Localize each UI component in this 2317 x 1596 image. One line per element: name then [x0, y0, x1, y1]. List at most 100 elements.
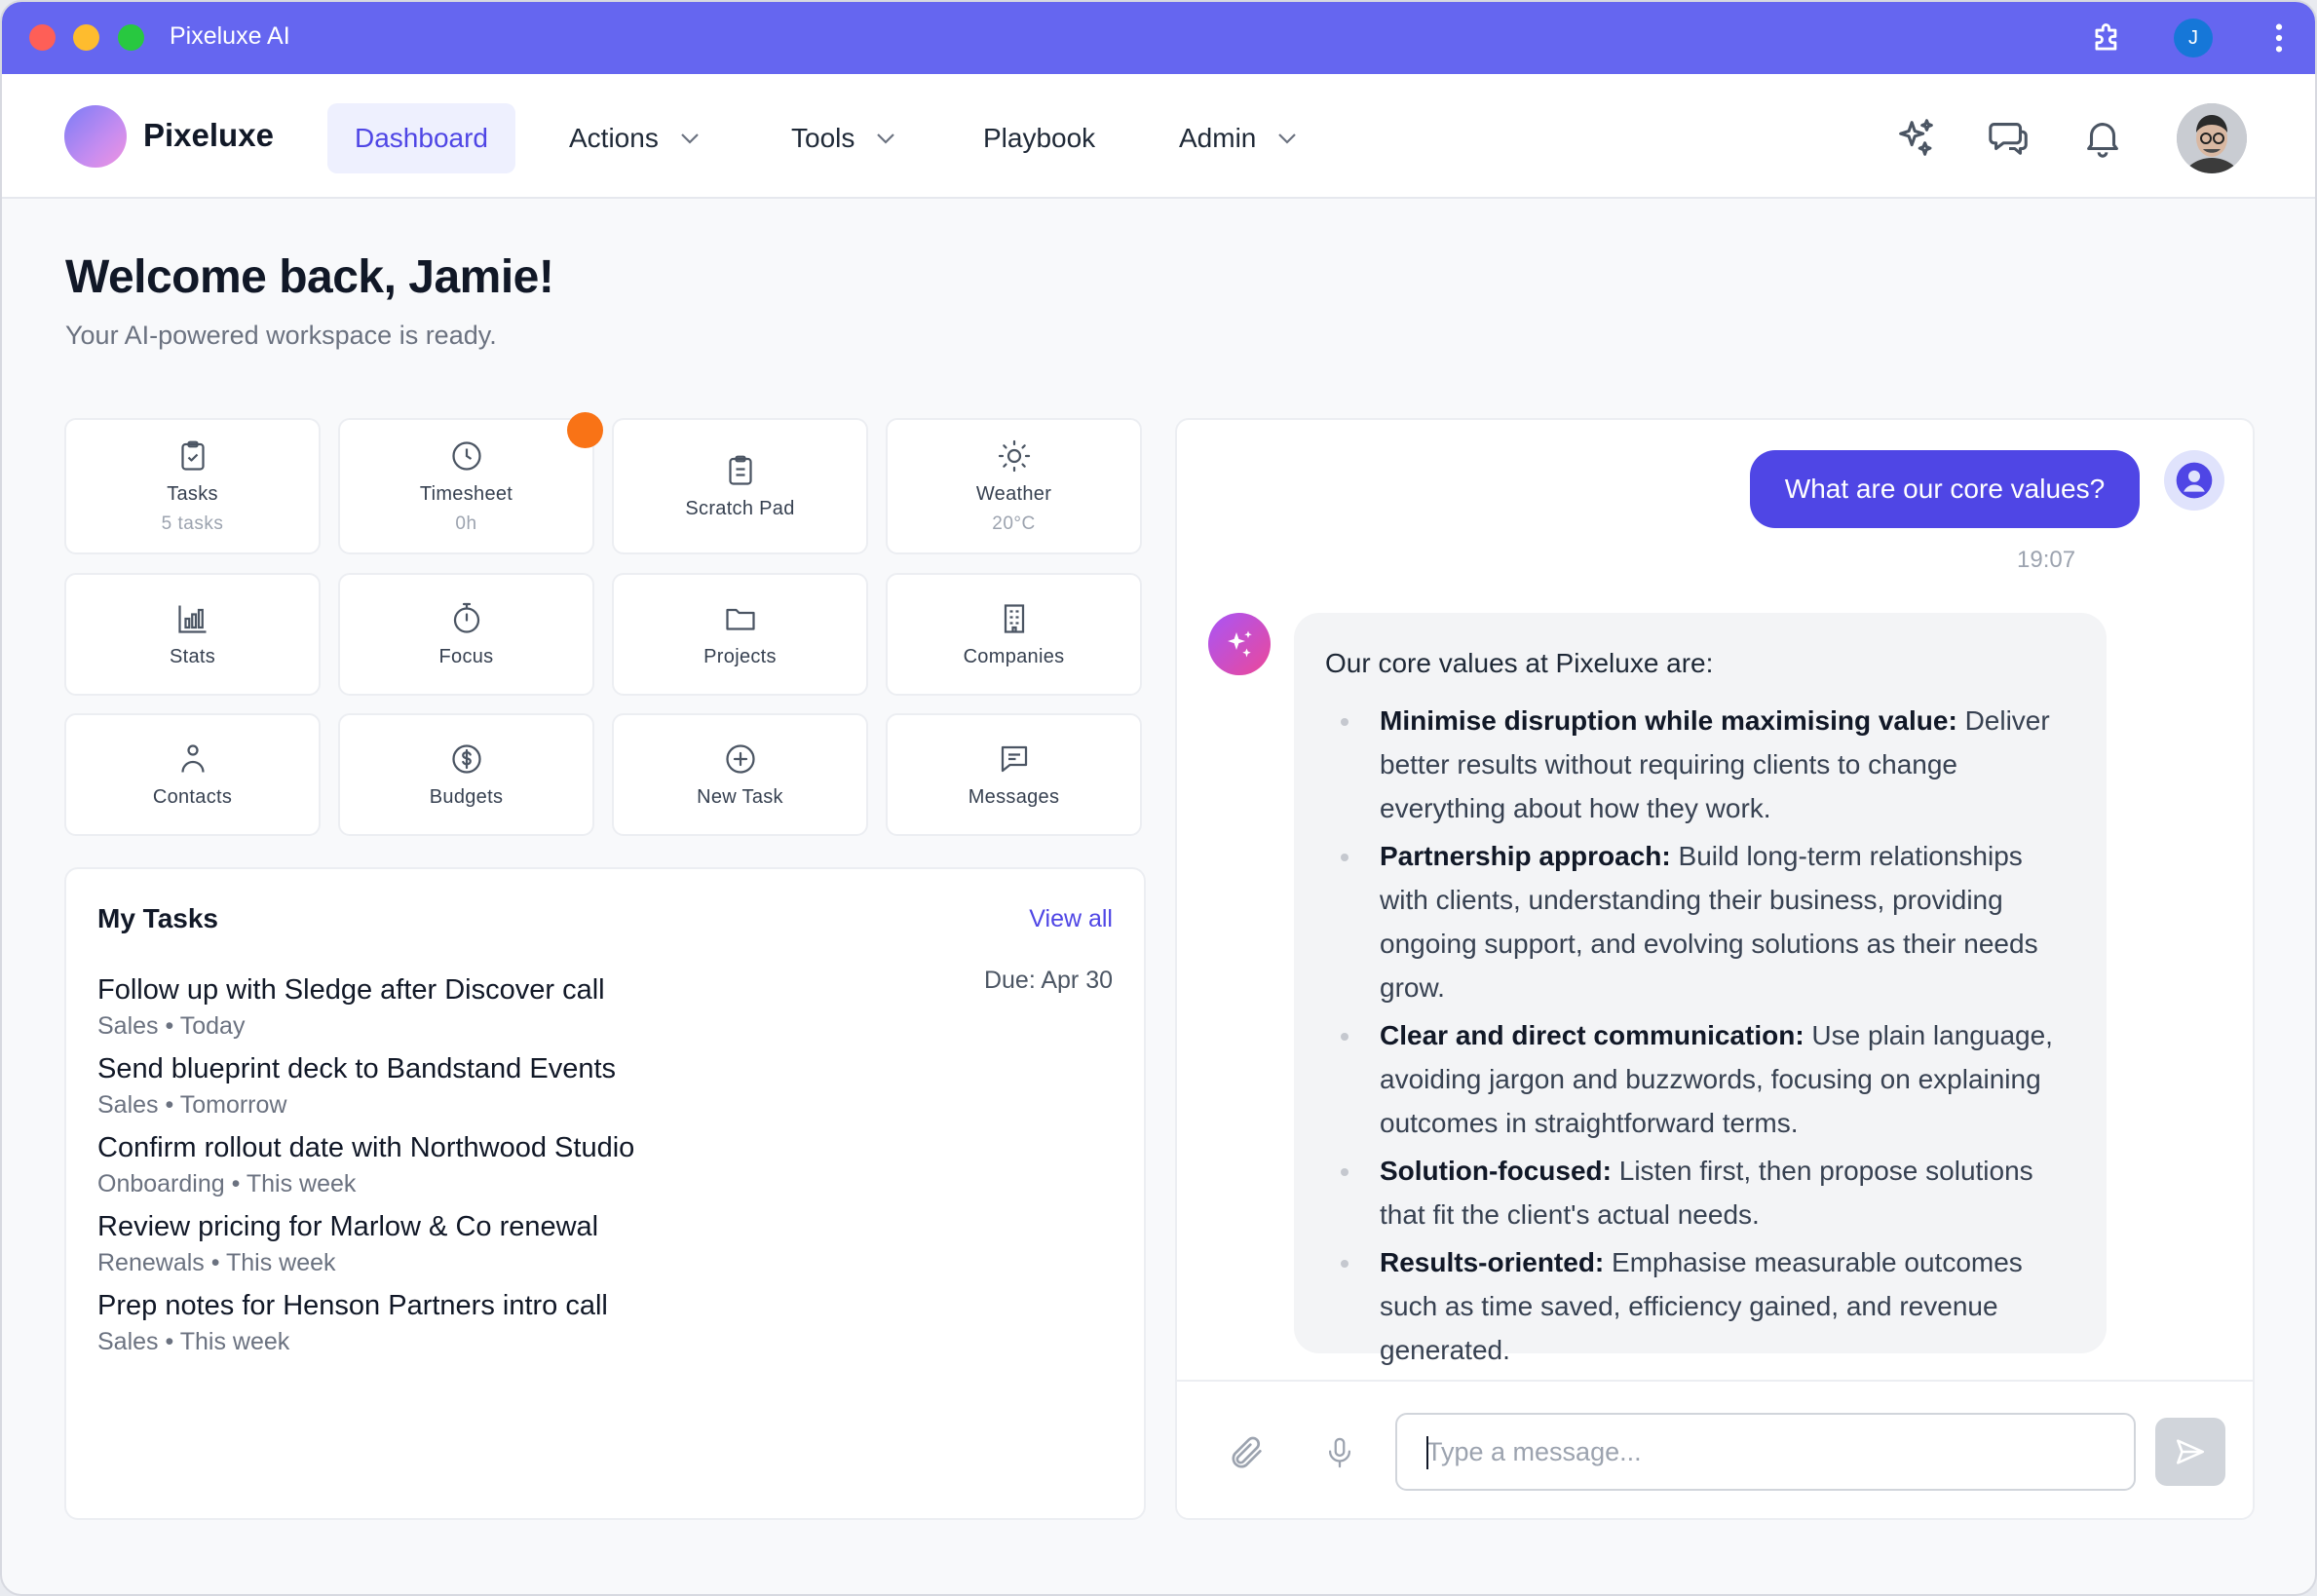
message-input[interactable] [1395, 1413, 2136, 1491]
plus-circle-icon [725, 743, 755, 774]
task-meta: Sales • Tomorrow [97, 1091, 287, 1119]
window-title: Pixeluxe AI [170, 22, 290, 50]
user-message-bubble: What are our core values? [1750, 450, 2140, 528]
core-value-title: Solution-focused: [1380, 1156, 1612, 1186]
core-value-item: Results-oriented: Emphasise measurable o… [1325, 1240, 2075, 1372]
brand-name[interactable]: Pixeluxe [143, 117, 274, 154]
core-value-title: Partnership approach: [1380, 841, 1671, 871]
bell-icon[interactable] [2080, 115, 2125, 160]
tile-label: Companies [963, 645, 1065, 667]
send-button[interactable] [2155, 1418, 2225, 1486]
core-values-list: Minimise disruption while maximising val… [1325, 699, 2075, 1372]
chevron-down-icon [681, 133, 699, 144]
task-item[interactable]: Send blueprint deck to Bandstand Events … [97, 1053, 616, 1120]
task-meta: Sales • Today [97, 1012, 246, 1040]
task-title: Follow up with Sledge after Discover cal… [97, 974, 605, 1006]
nav-playbook[interactable]: Playbook [983, 103, 1095, 173]
tile-tasks[interactable]: Tasks 5 tasks [64, 418, 321, 554]
task-title: Confirm rollout date with Northwood Stud… [97, 1132, 635, 1163]
tile-label: Focus [438, 645, 494, 667]
title-bar: Pixeluxe AI J [2, 2, 2315, 74]
tile-label: Projects [703, 645, 777, 667]
clipboard-check-icon [180, 440, 205, 471]
view-all-link[interactable]: View all [1029, 905, 1113, 933]
nav-admin-label: Admin [1179, 123, 1257, 153]
my-tasks-card: My Tasks View all Due: Apr 30 Follow up … [64, 867, 1146, 1520]
nav-tools-label: Tools [791, 123, 855, 153]
dollar-icon [451, 743, 481, 774]
ai-message-bubble: Our core values at Pixeluxe are: Minimis… [1294, 613, 2107, 1365]
ai-avatar [1208, 613, 1271, 675]
building-icon [1004, 603, 1024, 633]
task-item[interactable]: Follow up with Sledge after Discover cal… [97, 974, 605, 1041]
tile-label: Weather [975, 482, 1052, 505]
bar-chart-icon [177, 605, 206, 633]
tile-timesheet[interactable]: Timesheet 0h [338, 418, 594, 554]
tile-companies[interactable]: Companies [886, 573, 1142, 696]
profile-photo-icon [2177, 103, 2247, 173]
tile-label: New Task [697, 785, 783, 808]
nav-dashboard-label: Dashboard [355, 123, 488, 153]
chevron-down-icon [1278, 133, 1297, 144]
extension-icon[interactable] [2089, 19, 2126, 57]
sparkles-icon [1228, 630, 1252, 658]
tile-sublabel: 0h [455, 513, 477, 534]
minimize-window-button[interactable] [73, 24, 99, 51]
top-navigation: Pixeluxe Dashboard Actions Tools Playboo… [2, 74, 2315, 199]
message-timestamp: 19:07 [2017, 547, 2076, 573]
task-title: Send blueprint deck to Bandstand Events [97, 1053, 617, 1084]
core-value-title: Clear and direct communication: [1380, 1020, 1804, 1050]
nav-dashboard[interactable]: Dashboard [327, 103, 515, 173]
task-title: Review pricing for Marlow & Co renewal [97, 1211, 599, 1242]
tile-label: Tasks [167, 482, 218, 505]
task-item[interactable]: Prep notes for Henson Partners intro cal… [97, 1290, 608, 1356]
user-circle-icon [2176, 462, 2213, 499]
tile-label: Scratch Pad [685, 497, 795, 519]
nav-actions-label: Actions [569, 123, 659, 153]
task-title: Prep notes for Henson Partners intro cal… [97, 1290, 608, 1321]
core-value-item: Minimise disruption while maximising val… [1325, 699, 2075, 830]
tile-label: Timesheet [419, 482, 513, 505]
tile-budgets[interactable]: Budgets [338, 713, 594, 836]
chevron-down-icon [877, 133, 895, 144]
task-item[interactable]: Confirm rollout date with Northwood Stud… [97, 1132, 634, 1198]
tile-messages[interactable]: Messages [886, 713, 1142, 836]
page-subtitle: Your AI-powered workspace is ready. [65, 321, 497, 350]
message-icon [1001, 745, 1027, 772]
clipboard-icon [728, 455, 752, 485]
core-value-title: Minimise disruption while maximising val… [1380, 705, 1957, 736]
tile-new-task[interactable]: New Task [612, 713, 868, 836]
tile-sublabel: 5 tasks [161, 513, 224, 534]
microphone-icon[interactable] [1323, 1430, 1356, 1475]
tile-sublabel: 20°C [992, 513, 1036, 534]
paperclip-icon[interactable] [1228, 1430, 1267, 1475]
tile-contacts[interactable]: Contacts [64, 713, 321, 836]
nav-admin[interactable]: Admin [1179, 103, 1297, 173]
task-meta: Renewals • This week [97, 1249, 336, 1276]
core-value-item: Partnership approach: Build long-term re… [1325, 834, 2075, 1009]
maximize-window-button[interactable] [118, 24, 144, 51]
task-item[interactable]: Review pricing for Marlow & Co renewal R… [97, 1211, 598, 1277]
stopwatch-icon [453, 602, 479, 633]
tile-weather[interactable]: Weather 20°C [886, 418, 1142, 554]
close-window-button[interactable] [29, 24, 56, 51]
more-vertical-icon[interactable] [2272, 21, 2286, 55]
folder-icon [725, 608, 755, 630]
tile-stats[interactable]: Stats [64, 573, 321, 696]
message-composer [1177, 1380, 2253, 1518]
tile-label: Messages [968, 785, 1060, 808]
tile-focus[interactable]: Focus [338, 573, 594, 696]
tile-label: Stats [169, 645, 216, 667]
tile-projects[interactable]: Projects [612, 573, 868, 696]
account-avatar[interactable]: J [2174, 19, 2213, 57]
user-profile-avatar[interactable] [2177, 103, 2247, 173]
tile-scratch-pad[interactable]: Scratch Pad [612, 418, 868, 554]
tile-label: Contacts [152, 785, 233, 808]
task-meta: Sales • This week [97, 1328, 290, 1355]
nav-actions[interactable]: Actions [569, 103, 700, 173]
nav-tools[interactable]: Tools [791, 103, 895, 173]
chat-icon[interactable] [1987, 115, 2032, 160]
app-window: Pixeluxe AI J Pixeluxe Dashboard Actions… [0, 0, 2317, 1596]
sparkles-icon[interactable] [1893, 115, 1938, 160]
brand-logo-icon[interactable] [64, 105, 127, 168]
